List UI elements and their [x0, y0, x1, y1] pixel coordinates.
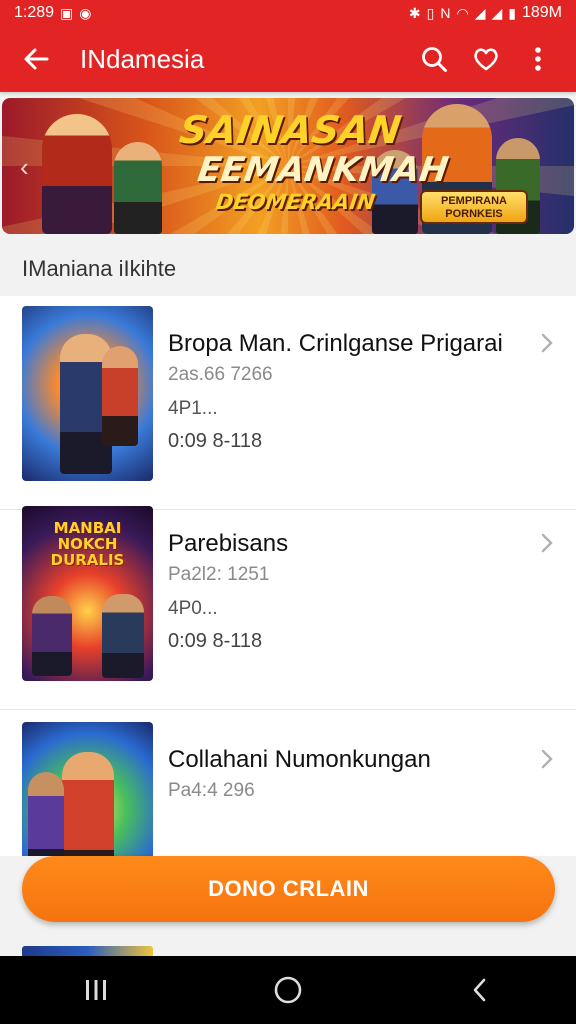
- app-bar: INdamesia: [0, 26, 576, 92]
- list-item[interactable]: MANBAI NOKCH DURALIS Parebisans Pa2l2: 1…: [0, 496, 576, 710]
- notification-icon: ◉: [79, 5, 92, 21]
- game-meta-time: 0:09 8-118: [168, 430, 263, 452]
- banner-prev-icon[interactable]: ‹: [20, 152, 29, 183]
- banner-headline: SAINASAN: [176, 108, 404, 152]
- status-time: 1:289: [14, 4, 55, 21]
- chevron-right-icon: [541, 749, 553, 769]
- game-list: Bropa Man. Crinlganse Prigarai 2as.66 72…: [0, 296, 576, 856]
- game-meta-time: 0:09 8-118: [168, 630, 263, 652]
- game-thumbnail: [22, 306, 153, 481]
- search-button[interactable]: [408, 35, 460, 83]
- game-meta-id: Pa2l2: 1251: [168, 564, 270, 585]
- cta-button[interactable]: DONO CRLAIN: [22, 856, 555, 922]
- signal-2-icon: ◢: [491, 5, 503, 21]
- chevron-right-icon: [541, 333, 553, 353]
- promo-banner[interactable]: SAINASAN EEMANKMAH DEOMERAAIN PEMPIRANA …: [2, 98, 574, 234]
- chevron-right-icon: [541, 533, 553, 553]
- favorite-button[interactable]: [460, 35, 512, 83]
- game-title: Collahani Numonkungan: [168, 746, 431, 773]
- signal-icon: ◢: [474, 5, 486, 21]
- bluetooth-icon: ✱: [408, 5, 421, 21]
- home-icon: [274, 976, 302, 1004]
- search-icon: [422, 47, 447, 72]
- game-meta-id: 2as.66 7266: [168, 364, 273, 385]
- banner-hero-left: [42, 114, 112, 234]
- game-title: Bropa Man. Crinlganse Prigarai: [168, 330, 503, 357]
- wifi-icon: ◠: [456, 5, 469, 21]
- back-button[interactable]: [12, 35, 60, 83]
- vibrate-icon: ▯: [426, 5, 435, 21]
- game-title: Parebisans: [168, 530, 289, 557]
- status-bar: 1:289 ▣ ◉ ✱ ▯ N ◠ ◢ ◢ ▮ 189M: [0, 0, 576, 26]
- nfc-icon: N: [440, 5, 451, 21]
- more-vert-icon: [535, 47, 541, 71]
- back-icon: [473, 978, 486, 1002]
- system-back-button[interactable]: [440, 960, 520, 1020]
- more-options-button[interactable]: [512, 35, 564, 83]
- game-meta-info: 4P0...: [168, 598, 218, 619]
- banner-hero-left-2: [114, 142, 162, 234]
- banner-badge: PEMPIRANA PORNKEIS: [420, 190, 528, 224]
- home-button[interactable]: [248, 960, 328, 1020]
- banner-subheadline: EEMANKMAH: [195, 150, 451, 190]
- recents-icon: [86, 980, 106, 1000]
- recents-button[interactable]: [56, 960, 136, 1020]
- game-thumbnail: MANBAI NOKCH DURALIS: [22, 506, 153, 681]
- section-title: IManiana iIkihte: [22, 256, 177, 281]
- banner-tagline: DEOMERAAIN: [214, 190, 377, 214]
- status-battery: 189M: [521, 4, 562, 21]
- heart-chat-icon: [474, 48, 498, 71]
- battery-icon: ▮: [508, 5, 516, 21]
- game-thumbnail: [22, 722, 153, 856]
- gallery-icon: ▣: [60, 5, 74, 21]
- system-nav-bar: [0, 956, 576, 1024]
- thumbnail-logo: MANBAI NOKCH DURALIS: [50, 519, 125, 569]
- list-item[interactable]: Collahani Numonkungan Pa4:4 296: [0, 712, 576, 856]
- page-title: INdamesia: [80, 43, 205, 74]
- game-meta-id: Pa4:4 296: [168, 780, 255, 801]
- list-item[interactable]: Bropa Man. Crinlganse Prigarai 2as.66 72…: [0, 296, 576, 510]
- game-meta-info: 4P1...: [168, 398, 218, 419]
- arrow-left-icon: [24, 48, 49, 70]
